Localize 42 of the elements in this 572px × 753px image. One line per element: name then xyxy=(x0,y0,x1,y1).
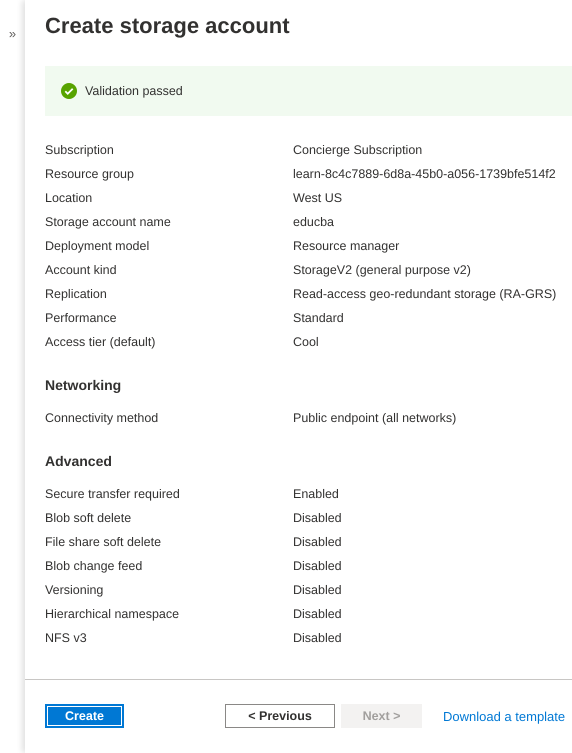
field-label: Secure transfer required xyxy=(45,487,181,501)
field-value: StorageV2 (general purpose v2) xyxy=(293,263,471,277)
field-value: Disabled xyxy=(293,511,342,525)
create-button[interactable]: Create xyxy=(45,704,124,728)
field-value: Read-access geo-redundant storage (RA-GRS) xyxy=(293,287,556,301)
field-label: Replication xyxy=(45,287,108,301)
field-label: NFS v3 xyxy=(45,631,88,645)
field-value: Disabled xyxy=(293,535,342,549)
field-value: West US xyxy=(293,191,342,205)
field-value: Concierge Subscription xyxy=(293,143,422,157)
download-template-link[interactable]: Download a template xyxy=(443,708,566,724)
field-value: Resource manager xyxy=(293,239,400,253)
section-heading: Networking xyxy=(45,376,122,394)
field-value: Standard xyxy=(293,311,344,325)
field-label: Blob change feed xyxy=(45,559,144,573)
field-label: Access tier (default) xyxy=(45,335,156,349)
field-label: Versioning xyxy=(45,583,104,597)
field-label: Blob soft delete xyxy=(45,511,132,525)
validation-message: Validation passed xyxy=(85,84,183,98)
field-value: Disabled xyxy=(293,583,342,597)
field-label: Storage account name xyxy=(45,215,172,229)
field-value: Enabled xyxy=(293,487,339,501)
field-value: learn-8c4c7889-6d8a-45b0-a056-1739bfe514f2 xyxy=(293,167,556,181)
previous-button[interactable]: < Previous xyxy=(225,704,335,728)
field-value: educba xyxy=(293,215,334,229)
field-label: Connectivity method xyxy=(45,411,160,425)
field-label: Location xyxy=(45,191,94,205)
field-value: Cool xyxy=(293,335,319,349)
field-label: Hierarchical namespace xyxy=(45,607,180,621)
field-label: Account kind xyxy=(45,263,118,277)
field-value: Public endpoint (all networks) xyxy=(293,411,456,425)
field-value: Disabled xyxy=(293,607,342,621)
field-value: Disabled xyxy=(293,559,342,573)
expand-icon[interactable]: » xyxy=(8,26,16,42)
field-label: Resource group xyxy=(45,167,135,181)
field-label: File share soft delete xyxy=(45,535,162,549)
field-label: Deployment model xyxy=(45,239,150,253)
field-value: Disabled xyxy=(293,631,342,645)
section-heading: Advanced xyxy=(45,452,113,470)
field-label: Performance xyxy=(45,311,118,325)
field-label: Subscription xyxy=(45,143,115,157)
page-title: Create storage account xyxy=(45,13,291,39)
